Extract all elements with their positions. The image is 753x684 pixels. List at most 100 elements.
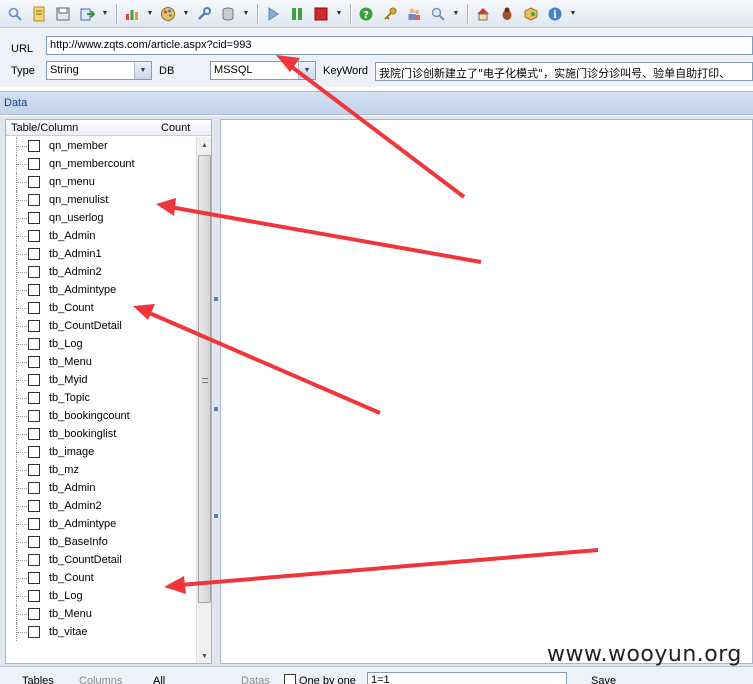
dropdown-arrow-icon[interactable]: ▼ xyxy=(241,3,251,25)
tree-item-checkbox[interactable] xyxy=(28,590,40,602)
users-icon[interactable] xyxy=(403,3,425,25)
tree-item-checkbox[interactable] xyxy=(28,500,40,512)
tree-item[interactable]: tb_Myid xyxy=(6,371,196,389)
tree-item[interactable]: tb_Admin xyxy=(6,479,196,497)
one-by-one-checkbox[interactable] xyxy=(284,674,296,684)
tree-item[interactable]: tb_CountDetail xyxy=(6,317,196,335)
tree-item-checkbox[interactable] xyxy=(28,374,40,386)
tree-item[interactable]: qn_menu xyxy=(6,173,196,191)
tree-item[interactable]: tb_Menu xyxy=(6,605,196,623)
pause-icon[interactable] xyxy=(286,3,308,25)
tree-item-checkbox[interactable] xyxy=(28,428,40,440)
tree-item[interactable]: qn_menulist xyxy=(6,191,196,209)
datas-button[interactable]: Datas xyxy=(241,675,270,684)
tree-item-checkbox[interactable] xyxy=(28,572,40,584)
tree-item[interactable]: tb_Log xyxy=(6,587,196,605)
palette-icon[interactable] xyxy=(157,3,179,25)
keyword-input[interactable]: 我院门诊创新建立了"电子化模式"，实施门诊分诊叫号、验单自助打印、 xyxy=(375,62,753,81)
tree-item-checkbox[interactable] xyxy=(28,356,40,368)
help-icon[interactable]: ? xyxy=(355,3,377,25)
tree-item[interactable]: qn_membercount xyxy=(6,155,196,173)
tree-item[interactable]: tb_BaseInfo xyxy=(6,533,196,551)
tree-item-checkbox[interactable] xyxy=(28,176,40,188)
tree-item[interactable]: tb_Admin2 xyxy=(6,497,196,515)
tree-item[interactable]: tb_bookingcount xyxy=(6,407,196,425)
tree-item[interactable]: qn_member xyxy=(6,137,196,155)
play-icon[interactable] xyxy=(262,3,284,25)
database-icon[interactable] xyxy=(217,3,239,25)
magnifier-icon[interactable] xyxy=(427,3,449,25)
tree-item-checkbox[interactable] xyxy=(28,536,40,548)
chevron-down-icon[interactable]: ▼ xyxy=(134,62,151,79)
wrench-icon[interactable] xyxy=(193,3,215,25)
dropdown-arrow-icon[interactable]: ▼ xyxy=(145,3,155,25)
cube-icon[interactable] xyxy=(520,3,542,25)
tree-item-checkbox[interactable] xyxy=(28,212,40,224)
tree-item-checkbox[interactable] xyxy=(28,338,40,350)
tree-item[interactable]: qn_userlog xyxy=(6,209,196,227)
tree-item-checkbox[interactable] xyxy=(28,464,40,476)
tree-item[interactable]: tb_Admin xyxy=(6,227,196,245)
key-icon[interactable] xyxy=(379,3,401,25)
tree-item-checkbox[interactable] xyxy=(28,284,40,296)
document-icon[interactable] xyxy=(28,3,50,25)
tree-item-checkbox[interactable] xyxy=(28,410,40,422)
tables-button[interactable]: Tables xyxy=(22,675,54,684)
tree-item-checkbox[interactable] xyxy=(28,446,40,458)
tree-item[interactable]: tb_bookinglist xyxy=(6,425,196,443)
data-result-panel[interactable] xyxy=(220,119,753,664)
tree-item[interactable]: tb_image xyxy=(6,443,196,461)
tree-item-checkbox[interactable] xyxy=(28,194,40,206)
home-icon[interactable] xyxy=(472,3,494,25)
columns-button[interactable]: Columns xyxy=(79,675,122,684)
tree-item-checkbox[interactable] xyxy=(28,248,40,260)
dropdown-arrow-icon[interactable]: ▼ xyxy=(181,3,191,25)
where-input[interactable]: 1=1 xyxy=(367,672,567,684)
chart-icon[interactable] xyxy=(121,3,143,25)
scrollbar-thumb[interactable] xyxy=(198,155,211,603)
tree-item[interactable]: tb_CountDetail xyxy=(6,551,196,569)
tree-item[interactable]: tb_Count xyxy=(6,299,196,317)
tree-item-checkbox[interactable] xyxy=(28,266,40,278)
all-button[interactable]: All xyxy=(153,675,165,684)
stop-icon[interactable] xyxy=(310,3,332,25)
save-icon[interactable] xyxy=(52,3,74,25)
scroll-down-icon[interactable]: ▼ xyxy=(197,648,211,663)
tree-item-checkbox[interactable] xyxy=(28,626,40,638)
tree-item[interactable]: tb_vitae xyxy=(6,623,196,641)
tree-item-checkbox[interactable] xyxy=(28,320,40,332)
url-input[interactable]: http://www.zqts.com/article.aspx?cid=993 xyxy=(46,36,753,55)
tree-item[interactable]: tb_Admintype xyxy=(6,515,196,533)
dropdown-arrow-icon[interactable]: ▼ xyxy=(334,3,344,25)
scroll-up-icon[interactable]: ▲ xyxy=(197,137,211,153)
tree-item-checkbox[interactable] xyxy=(28,158,40,170)
tree-item[interactable]: tb_Menu xyxy=(6,353,196,371)
tree-item[interactable]: tb_Admin1 xyxy=(6,245,196,263)
tree-item[interactable]: tb_Admintype xyxy=(6,281,196,299)
type-select[interactable]: String ▼ xyxy=(46,61,152,80)
search-icon[interactable] xyxy=(4,3,26,25)
tree-item-checkbox[interactable] xyxy=(28,608,40,620)
tree-item[interactable]: tb_Topic xyxy=(6,389,196,407)
panel-splitter[interactable] xyxy=(212,119,220,664)
tree-item[interactable]: tb_Log xyxy=(6,335,196,353)
bug-icon[interactable] xyxy=(496,3,518,25)
export-icon[interactable] xyxy=(76,3,98,25)
save-button[interactable]: Save xyxy=(591,675,616,684)
tree-item[interactable]: tb_mz xyxy=(6,461,196,479)
tree-item[interactable]: tb_Admin2 xyxy=(6,263,196,281)
tree-item-checkbox[interactable] xyxy=(28,140,40,152)
tree-item-checkbox[interactable] xyxy=(28,554,40,566)
dropdown-arrow-icon[interactable]: ▼ xyxy=(100,3,110,25)
tree-item-checkbox[interactable] xyxy=(28,302,40,314)
column-header-table[interactable]: Table/Column xyxy=(11,122,78,134)
tree-scrollbar[interactable]: ▲ ▼ xyxy=(196,137,211,663)
db-select[interactable]: MSSQL ▼ xyxy=(210,61,316,80)
info-icon[interactable]: i xyxy=(544,3,566,25)
dropdown-arrow-icon[interactable]: ▼ xyxy=(568,3,578,25)
dropdown-arrow-icon[interactable]: ▼ xyxy=(451,3,461,25)
tree-item[interactable]: tb_Count xyxy=(6,569,196,587)
tree-item-checkbox[interactable] xyxy=(28,518,40,530)
tree-item-checkbox[interactable] xyxy=(28,230,40,242)
column-header-count[interactable]: Count xyxy=(161,122,190,134)
